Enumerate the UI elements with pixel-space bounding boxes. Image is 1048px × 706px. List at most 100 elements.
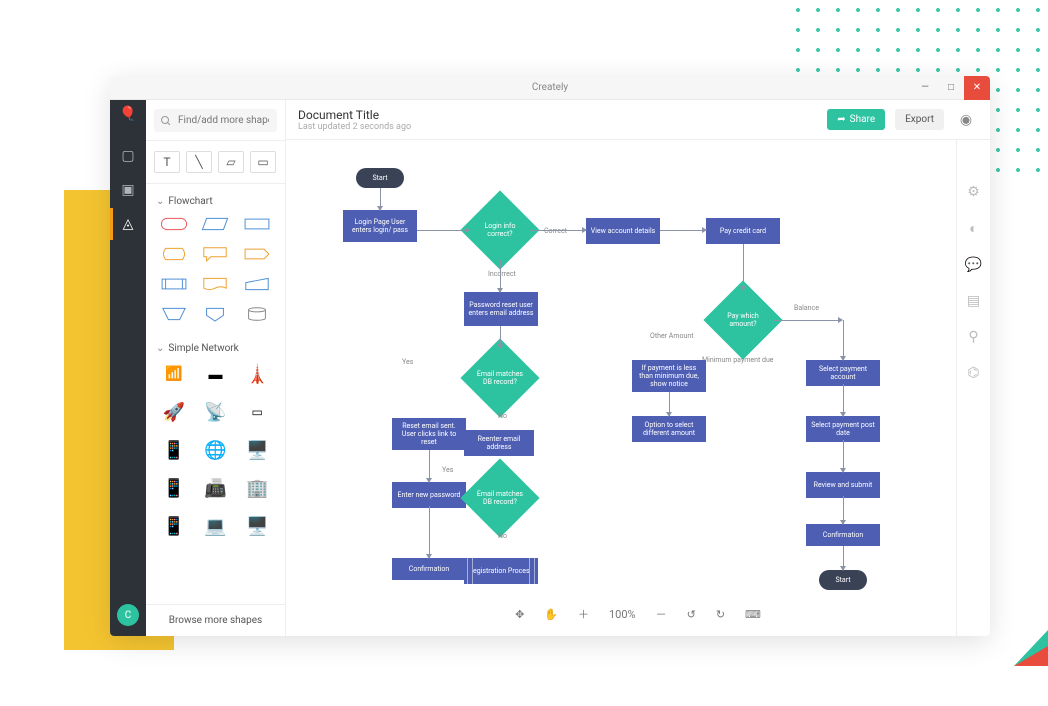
flowchart-section-header[interactable]: Flowchart (146, 188, 285, 213)
shape-database[interactable] (239, 303, 275, 325)
shape-predefined[interactable] (156, 273, 192, 295)
rail-folder-icon[interactable]: ▢ (110, 140, 146, 172)
connector (500, 326, 501, 348)
shape-manual-input[interactable] (239, 273, 275, 295)
line-tool[interactable]: ╲ (186, 151, 212, 173)
flowchart-shape-grid (146, 213, 285, 335)
shape-monitor[interactable]: 🖥️ (239, 436, 275, 464)
shape-process[interactable] (239, 213, 275, 235)
undo-button[interactable]: ↺ (683, 606, 700, 623)
shape-data[interactable] (198, 213, 234, 235)
node-select-account[interactable]: Select payment account (806, 360, 880, 386)
shape-terminator[interactable] (156, 213, 192, 235)
shape-rocket[interactable]: 🚀 (156, 398, 192, 426)
connector (843, 320, 844, 360)
shape-search-input[interactable] (154, 109, 277, 132)
rail-user-avatar[interactable]: C (117, 604, 139, 626)
presentation-mode-button[interactable]: ◉ (954, 108, 978, 132)
node-if-payment[interactable]: If payment is less than minimum due, sho… (632, 360, 706, 392)
node-review-submit[interactable]: Review and submit (806, 472, 880, 498)
label-correct: Correct (544, 227, 567, 235)
share-button[interactable]: ➦Share (827, 109, 885, 130)
diagram-canvas[interactable]: ⚙ ◐ 💬 ▤ ⚲ ⌬ Start Login Page User enters… (286, 140, 990, 636)
window-maximize-button[interactable]: □ (938, 76, 964, 100)
node-option-select[interactable]: Option to select different amount (632, 416, 706, 442)
node-reset-sent[interactable]: Reset email sent. User clicks link to re… (392, 418, 466, 450)
label-other-amount: Other Amount (650, 332, 694, 340)
shape-mobile[interactable]: 📱 (156, 474, 192, 502)
connector (429, 506, 430, 558)
page-tool[interactable]: ▱ (218, 151, 244, 173)
left-nav-rail: 🎈 ▢ ▣ ◬ C (110, 100, 146, 636)
node-confirmation-2[interactable]: Confirmation (806, 524, 880, 546)
node-reenter-email[interactable]: Reenter email address (464, 430, 534, 456)
palette-icon[interactable]: ◐ (969, 220, 977, 237)
node-password-reset[interactable]: Password reset user enters email address (464, 292, 538, 326)
shape-tower[interactable]: 🗼 (239, 360, 275, 388)
app-window: Creately — □ ✕ 🎈 ▢ ▣ ◬ C T ╲ ▱ ▭ (110, 76, 990, 636)
export-button[interactable]: Export (895, 109, 944, 130)
connector (843, 546, 844, 570)
shape-tablet[interactable]: 📱 (156, 512, 192, 540)
hierarchy-icon[interactable]: ⌬ (967, 365, 979, 381)
shape-satellite[interactable]: 📡 (198, 398, 234, 426)
shape-firewall[interactable]: ▭ (239, 398, 275, 426)
connector (743, 244, 744, 290)
shape-router[interactable]: 📶 (156, 360, 192, 388)
node-confirmation[interactable]: Confirmation (392, 558, 466, 580)
shape-switch[interactable]: ▬ (198, 360, 234, 388)
zoom-level[interactable]: 100% (605, 606, 640, 623)
node-start-2[interactable]: Start (819, 570, 867, 590)
node-email-match-1[interactable]: Email matches DB record? (460, 338, 539, 417)
node-registration[interactable]: Registration Process (464, 558, 538, 584)
shape-offpage[interactable] (198, 303, 234, 325)
rect-tool[interactable]: ▭ (250, 151, 276, 173)
shape-callout[interactable] (198, 243, 234, 265)
node-enter-new-pw[interactable]: Enter new password (392, 482, 466, 508)
pointer-tool[interactable]: ✥ (511, 606, 528, 623)
properties-icon[interactable]: ⚙ (967, 184, 980, 200)
app-logo: 🎈 (118, 106, 138, 126)
browse-more-shapes-button[interactable]: Browse more shapes (146, 604, 285, 636)
keyboard-icon[interactable]: ⌨ (741, 606, 765, 623)
shape-globe[interactable]: 🌐 (198, 436, 234, 464)
window-close-button[interactable]: ✕ (964, 76, 990, 100)
layers-icon[interactable]: ⚲ (968, 329, 978, 345)
shape-display[interactable] (156, 243, 192, 265)
shape-fax[interactable]: 📠 (198, 474, 234, 502)
app-title: Creately (532, 82, 568, 93)
shape-desktop[interactable]: 🖥️ (239, 512, 275, 540)
node-login-correct[interactable]: Login info correct? (460, 190, 539, 269)
redo-button[interactable]: ↻ (712, 606, 729, 623)
node-pay-which[interactable]: Pay which amount? (703, 280, 782, 359)
node-email-match-2[interactable]: Email matches DB record? (460, 458, 539, 537)
shape-document[interactable] (198, 273, 234, 295)
network-section-header[interactable]: Simple Network (146, 335, 285, 360)
label-no-2: No (498, 532, 507, 540)
zoom-out-button[interactable]: － (652, 604, 671, 624)
connector (530, 230, 586, 231)
node-pay-credit[interactable]: Pay credit card (706, 218, 780, 244)
right-rail: ⚙ ◐ 💬 ▤ ⚲ ⌬ (956, 140, 990, 636)
shape-manual-op[interactable] (156, 303, 192, 325)
node-view-account[interactable]: View account details (586, 218, 660, 244)
zoom-in-button[interactable]: ＋ (574, 604, 593, 624)
shape-tag[interactable] (239, 243, 275, 265)
node-login-page[interactable]: Login Page User enters login/ pass (343, 210, 417, 242)
shape-laptop[interactable]: 💻 (198, 512, 234, 540)
comments-icon[interactable]: 💬 (965, 257, 982, 273)
connector (774, 320, 842, 321)
decorative-triangle-accent (1014, 646, 1048, 666)
connector (843, 440, 844, 472)
rail-image-icon[interactable]: ▣ (110, 174, 146, 206)
window-minimize-button[interactable]: — (912, 76, 938, 100)
document-title[interactable]: Document Title (298, 108, 411, 122)
node-select-date[interactable]: Select payment post date (806, 416, 880, 442)
rail-shapes-icon[interactable]: ◬ (110, 208, 146, 240)
shape-building[interactable]: 🏢 (239, 474, 275, 502)
node-start[interactable]: Start (356, 168, 404, 188)
shape-phone[interactable]: 📱 (156, 436, 192, 464)
text-tool[interactable]: T (154, 151, 180, 173)
pan-tool[interactable]: ✋ (540, 606, 562, 623)
notes-icon[interactable]: ▤ (967, 293, 980, 309)
